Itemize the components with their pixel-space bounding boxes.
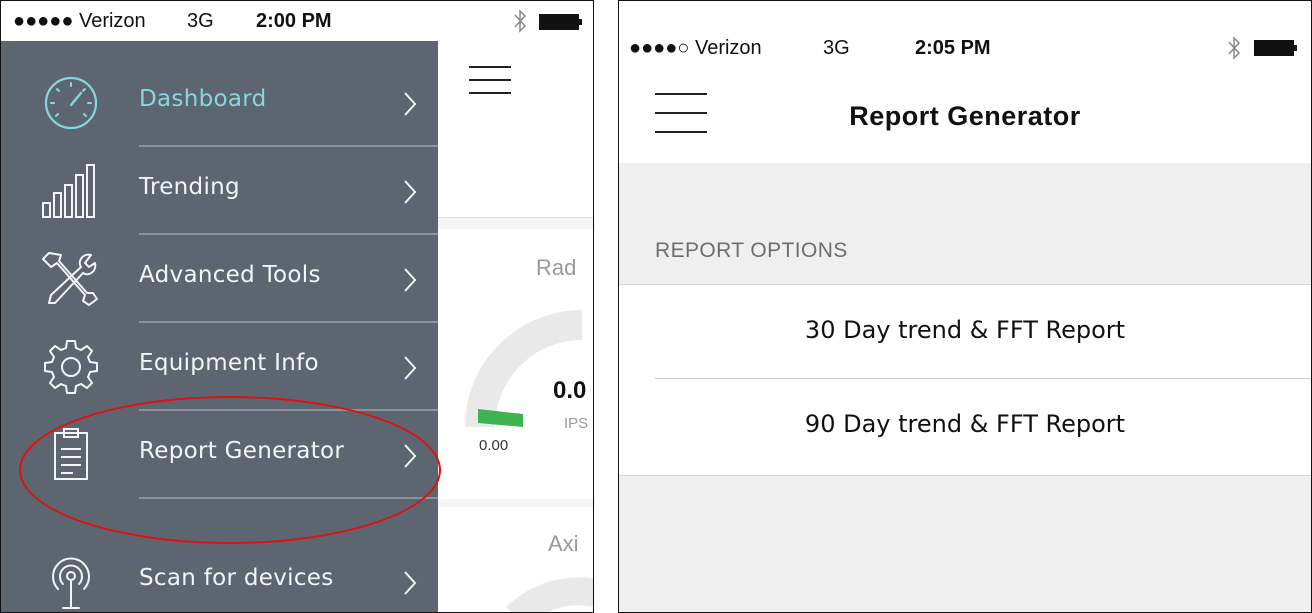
menu-item-label: Report Generator bbox=[139, 438, 345, 464]
chevron-right-icon bbox=[404, 571, 417, 595]
battery-icon bbox=[539, 14, 582, 30]
status-bar: ●●●●● Verizon 3G 2:00 PM bbox=[1, 1, 593, 41]
menu-item-label: Trending bbox=[139, 174, 240, 200]
time-label: 2:00 PM bbox=[256, 10, 332, 32]
menu-item-equipment-info[interactable]: Equipment Info bbox=[1, 323, 438, 411]
carrier-label: ●●●●● Verizon bbox=[13, 10, 146, 32]
gauge-card-radial: Rad 0.0 IPS 0.00 bbox=[436, 229, 593, 499]
gauge-value: 0.0 bbox=[553, 377, 587, 404]
gauge-title: Rad bbox=[536, 255, 577, 280]
menu-item-trending[interactable]: Trending bbox=[1, 147, 438, 235]
chevron-right-icon bbox=[404, 92, 417, 116]
page-title: Report Generator bbox=[849, 101, 1081, 131]
bluetooth-icon bbox=[514, 9, 527, 33]
bluetooth-icon bbox=[1228, 36, 1241, 60]
network-label: 3G bbox=[187, 10, 214, 32]
menu-item-report-generator[interactable]: Report Generator bbox=[1, 411, 438, 499]
time-label: 2:05 PM bbox=[915, 37, 991, 59]
gauge-unit: IPS bbox=[564, 415, 589, 432]
speedometer-icon bbox=[44, 76, 98, 130]
dashboard-header bbox=[436, 41, 593, 218]
chevron-right-icon bbox=[404, 180, 417, 204]
battery-icon bbox=[1254, 40, 1297, 56]
option-90-day-report[interactable]: 90 Day trend & FFT Report bbox=[619, 379, 1311, 473]
option-label: 30 Day trend & FFT Report bbox=[804, 316, 1126, 344]
option-label: 90 Day trend & FFT Report bbox=[804, 410, 1126, 438]
menu-item-label: Equipment Info bbox=[139, 350, 319, 376]
gauge-card-axial: Axi bbox=[436, 507, 593, 612]
menu-item-label: Dashboard bbox=[139, 86, 267, 112]
hamburger-menu-icon[interactable] bbox=[469, 66, 511, 98]
report-options-list: 30 Day trend & FFT Report 90 Day trend &… bbox=[619, 284, 1311, 476]
chevron-right-icon bbox=[404, 444, 417, 468]
carrier-label: ●●●●○ Verizon bbox=[629, 37, 762, 59]
tools-icon bbox=[42, 252, 98, 306]
menu-divider bbox=[139, 497, 438, 499]
clipboard-icon bbox=[54, 428, 88, 480]
menu-item-label: Advanced Tools bbox=[139, 262, 321, 288]
antenna-icon bbox=[52, 557, 90, 609]
gauge-arc bbox=[506, 577, 593, 612]
section-header: REPORT OPTIONS bbox=[655, 239, 848, 262]
network-label: 3G bbox=[823, 37, 850, 59]
chevron-right-icon bbox=[404, 268, 417, 292]
gauge-min-label: 0.00 bbox=[479, 437, 509, 454]
nav-bar: ●●●●○ Verizon 3G 2:05 PM Report Generato… bbox=[619, 1, 1311, 163]
right-phone-screen: ●●●●○ Verizon 3G 2:05 PM Report Generato… bbox=[618, 0, 1312, 613]
menu-item-advanced-tools[interactable]: Advanced Tools bbox=[1, 235, 438, 323]
chevron-right-icon bbox=[404, 356, 417, 380]
menu-item-label: Scan for devices bbox=[139, 565, 334, 591]
bar-chart-icon bbox=[42, 164, 95, 218]
menu-item-scan-for-devices[interactable]: Scan for devices bbox=[1, 538, 438, 612]
option-30-day-report[interactable]: 30 Day trend & FFT Report bbox=[619, 285, 1311, 379]
menu-item-dashboard[interactable]: Dashboard bbox=[1, 59, 438, 147]
gear-icon bbox=[44, 340, 98, 394]
left-phone-screen: Rad 0.0 IPS 0.00 Axi Dashboard Trending … bbox=[0, 0, 594, 613]
side-menu: Dashboard Trending Advanced Tools Equipm… bbox=[1, 41, 438, 612]
